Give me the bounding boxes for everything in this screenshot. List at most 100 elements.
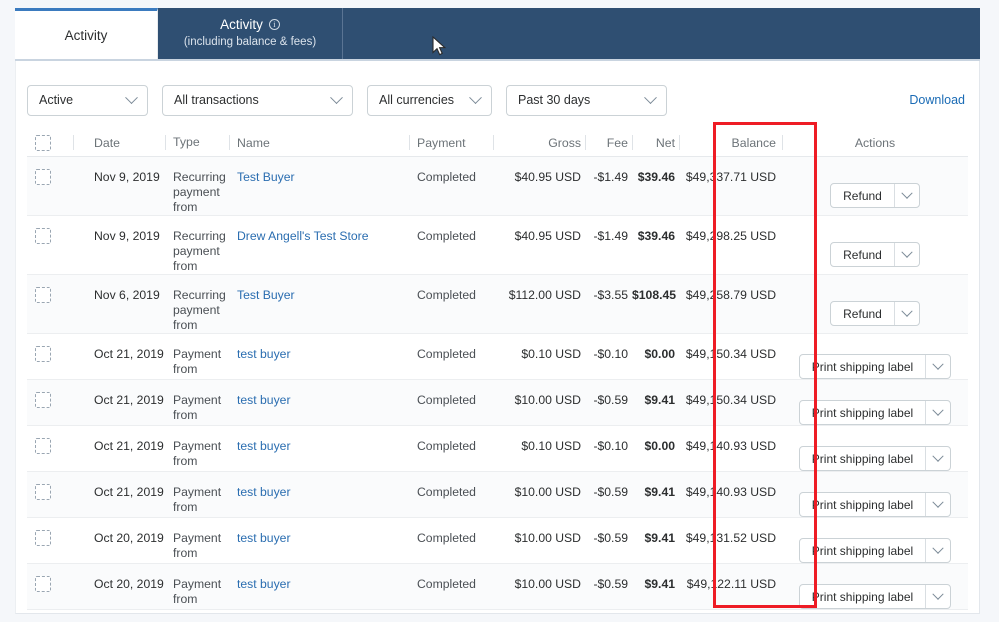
header-name[interactable]: Name (229, 134, 409, 151)
cell-actions: Print shipping label (782, 334, 968, 379)
counterparty-link[interactable]: Test Buyer (237, 288, 295, 302)
print-shipping-label-button[interactable]: Print shipping label (800, 585, 925, 608)
row-select-cell[interactable] (27, 334, 73, 362)
print-shipping-label-button-group[interactable]: Print shipping label (798, 446, 952, 471)
header-date[interactable]: Date (73, 134, 165, 151)
row-checkbox[interactable] (35, 228, 51, 244)
action-dropdown-toggle[interactable] (893, 302, 919, 325)
print-shipping-label-button-group[interactable]: Print shipping label (798, 538, 952, 563)
cell-date: Oct 21, 2019 (94, 393, 164, 407)
row-select-cell[interactable] (27, 426, 73, 454)
row-checkbox[interactable] (35, 438, 51, 454)
counterparty-link[interactable]: test buyer (237, 393, 291, 407)
row-checkbox[interactable] (35, 169, 51, 185)
print-shipping-label-button-group[interactable]: Print shipping label (798, 584, 952, 609)
table-row[interactable]: Oct 20, 2019 Payment from test buyer Comple… (27, 518, 968, 564)
header-gross[interactable]: Gross (493, 134, 585, 151)
row-select-cell[interactable] (27, 157, 73, 185)
cell-date: Oct 20, 2019 (94, 577, 164, 591)
cell-type: Recurring payment from (173, 229, 226, 273)
header-select-all[interactable] (27, 134, 73, 151)
row-select-cell[interactable] (27, 518, 73, 546)
print-shipping-label-button[interactable]: Print shipping label (800, 493, 925, 516)
tab-activity[interactable]: Activity (15, 8, 158, 59)
counterparty-link[interactable]: test buyer (237, 439, 291, 453)
cell-fee: -$3.55 (593, 288, 628, 302)
cell-payment-status: Completed (417, 347, 476, 361)
header-net[interactable]: Net (632, 134, 679, 151)
refund-button-group[interactable]: Refund (830, 242, 920, 267)
currency-filter-select[interactable]: All currencies (367, 84, 492, 116)
row-checkbox[interactable] (35, 287, 51, 303)
row-select-cell[interactable] (27, 564, 73, 592)
header-payment[interactable]: Payment (409, 134, 493, 151)
action-dropdown-toggle[interactable] (925, 585, 950, 608)
print-shipping-label-button[interactable]: Print shipping label (800, 355, 925, 378)
cell-payment-status: Completed (417, 439, 476, 453)
chevron-down-icon (330, 90, 343, 104)
download-link[interactable]: Download (909, 93, 967, 107)
row-checkbox[interactable] (35, 392, 51, 408)
table-row[interactable]: Oct 20, 2019 Payment from test buyer Comple… (27, 564, 968, 610)
tab-activity-balance-sublabel: (including balance & fees) (183, 36, 317, 48)
refund-button[interactable]: Refund (831, 184, 894, 207)
row-select-cell[interactable] (27, 472, 73, 500)
counterparty-link[interactable]: test buyer (237, 577, 291, 591)
status-filter-select[interactable]: Active (27, 84, 148, 116)
counterparty-link[interactable]: test buyer (237, 485, 291, 499)
table-row[interactable]: Oct 21, 2019 Payment from test buyer Comple… (27, 472, 968, 518)
table-row[interactable]: Nov 6, 2019 Recurring payment from Test Bu… (27, 275, 968, 334)
table-row[interactable]: Oct 21, 2019 Payment from test buyer Comple… (27, 426, 968, 472)
table-row[interactable]: Nov 9, 2019 Recurring payment from Test Bu… (27, 157, 968, 216)
action-dropdown-toggle[interactable] (925, 401, 950, 424)
tab-empty-area[interactable] (343, 8, 980, 59)
table-row[interactable]: Nov 9, 2019 Recurring payment from Drew An… (27, 216, 968, 275)
refund-button[interactable]: Refund (831, 302, 894, 325)
refund-button-group[interactable]: Refund (830, 301, 920, 326)
print-shipping-label-button[interactable]: Print shipping label (800, 447, 925, 470)
cell-balance: $49,258.79 USD (685, 288, 776, 302)
counterparty-link[interactable]: test buyer (237, 531, 291, 545)
action-dropdown-toggle[interactable] (925, 447, 950, 470)
row-select-cell[interactable] (27, 216, 73, 244)
action-dropdown-toggle[interactable] (893, 243, 919, 266)
print-shipping-label-button[interactable]: Print shipping label (800, 539, 925, 562)
row-checkbox[interactable] (35, 346, 51, 362)
date-range-filter-select[interactable]: Past 30 days (506, 84, 667, 116)
table-row[interactable]: Oct 21, 2019 Payment from test buyer Comple… (27, 334, 968, 380)
action-dropdown-toggle[interactable] (925, 493, 950, 516)
row-checkbox[interactable] (35, 484, 51, 500)
cell-name: test buyer (229, 564, 409, 591)
cell-net: $9.41 (644, 531, 676, 545)
row-checkbox[interactable] (35, 576, 51, 592)
print-shipping-label-button-group[interactable]: Print shipping label (798, 400, 952, 425)
chevron-down-icon (644, 90, 657, 104)
row-select-cell[interactable] (27, 275, 73, 303)
refund-button-group[interactable]: Refund (830, 183, 920, 208)
action-dropdown-toggle[interactable] (925, 539, 950, 562)
header-type[interactable]: Type (165, 134, 229, 151)
row-select-cell[interactable] (27, 380, 73, 408)
table-row[interactable]: Oct 21, 2019 Payment from test buyer Comple… (27, 380, 968, 426)
filter-bar: Active All transactions All currencies P… (27, 84, 967, 116)
counterparty-link[interactable]: test buyer (237, 347, 291, 361)
cell-payment-status: Completed (417, 229, 476, 243)
action-dropdown-toggle[interactable] (893, 184, 919, 207)
select-all-checkbox[interactable] (35, 134, 51, 151)
cell-fee: -$0.10 (593, 347, 628, 361)
row-checkbox[interactable] (35, 530, 51, 546)
print-shipping-label-button-group[interactable]: Print shipping label (798, 492, 952, 517)
tab-activity-including-balance-fees[interactable]: Activity i (including balance & fees) (158, 8, 343, 59)
cell-gross: $10.00 USD (514, 485, 581, 499)
info-icon[interactable]: i (268, 19, 280, 30)
action-dropdown-toggle[interactable] (925, 355, 950, 378)
counterparty-link[interactable]: Test Buyer (237, 170, 295, 184)
cell-actions: Refund (782, 216, 968, 267)
counterparty-link[interactable]: Drew Angell's Test Store (237, 229, 368, 243)
header-balance[interactable]: Balance (679, 134, 782, 151)
print-shipping-label-button-group[interactable]: Print shipping label (798, 354, 952, 379)
transactions-filter-select[interactable]: All transactions (162, 84, 353, 116)
print-shipping-label-button[interactable]: Print shipping label (800, 401, 925, 424)
refund-button[interactable]: Refund (831, 243, 894, 266)
header-fee[interactable]: Fee (585, 134, 632, 151)
